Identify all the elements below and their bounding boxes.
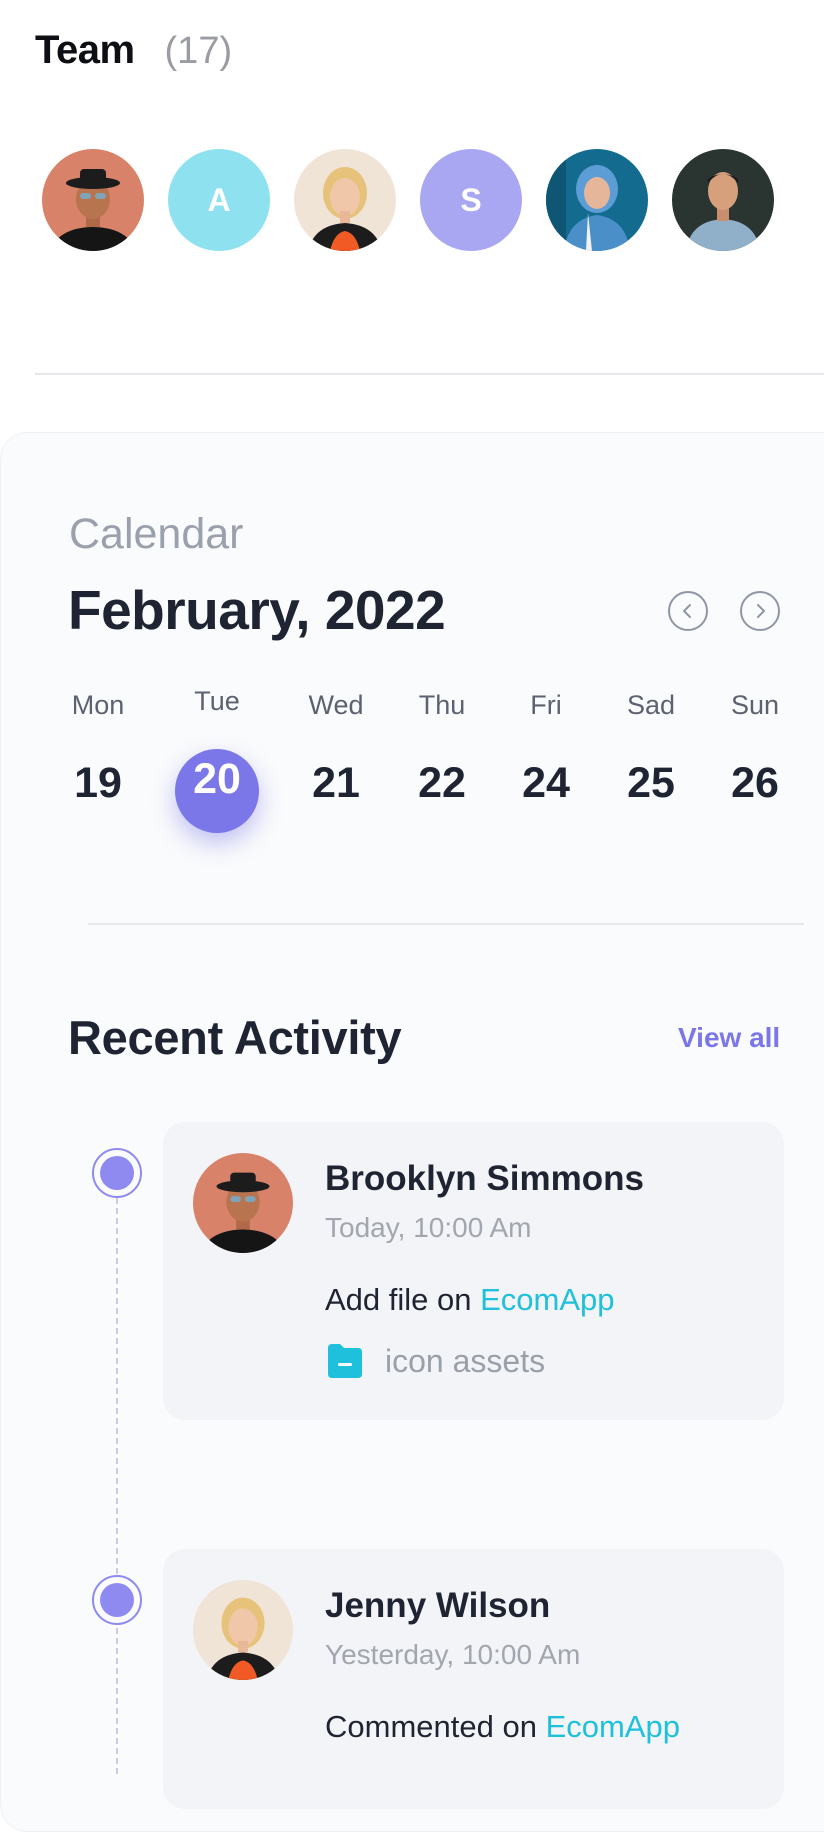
day-name: Thu <box>418 690 466 720</box>
day-number: 20 <box>193 755 241 803</box>
chevron-left-icon <box>683 604 691 618</box>
calendar-day-selected[interactable]: Tue 20 <box>167 686 267 804</box>
calendar-month-title: February, 2022 <box>68 579 446 641</box>
avatar-photo <box>193 1580 293 1680</box>
day-number: 24 <box>522 759 570 807</box>
activity-card[interactable]: Brooklyn Simmons Today, 10:00 Am Add fil… <box>163 1122 784 1420</box>
avatar-initial: S <box>460 181 482 218</box>
avatar[interactable] <box>546 149 648 251</box>
day-number: 21 <box>312 759 360 807</box>
timeline-line <box>116 1198 118 1774</box>
view-all-link[interactable]: View all <box>678 1022 780 1054</box>
calendar-day[interactable]: Sun 26 <box>705 690 805 808</box>
avatar-photo <box>193 1153 293 1253</box>
attached-file[interactable]: icon assets <box>325 1342 545 1380</box>
avatar-photo <box>546 149 648 251</box>
avatar[interactable] <box>42 149 144 251</box>
avatar-photo <box>294 149 396 251</box>
day-name: Sad <box>626 690 676 720</box>
activity-action-text: Commented on <box>325 1709 546 1744</box>
calendar-day[interactable]: Mon 19 <box>48 690 148 808</box>
file-name: icon assets <box>385 1342 546 1379</box>
calendar-day[interactable]: Sad 25 <box>601 690 701 808</box>
day-number: 19 <box>74 759 122 807</box>
team-title: Team <box>35 28 135 72</box>
avatar-initial-s[interactable]: S <box>420 149 522 251</box>
day-name: Fri <box>530 690 562 720</box>
calendar-day[interactable]: Fri 24 <box>496 690 596 808</box>
calendar-next-button[interactable] <box>740 591 780 631</box>
timeline-dot-inner <box>100 1583 134 1617</box>
project-link[interactable]: EcomApp <box>480 1282 614 1317</box>
calendar-day[interactable]: Thu 22 <box>392 690 492 808</box>
avatar[interactable] <box>672 149 774 251</box>
avatar[interactable] <box>294 149 396 251</box>
folder-icon <box>328 1344 362 1378</box>
divider <box>88 923 804 925</box>
day-name: Mon <box>71 690 125 720</box>
timeline-dot <box>92 1148 142 1198</box>
chevron-right-icon <box>757 604 765 618</box>
team-header: Team (17) <box>35 28 232 73</box>
day-name: Sun <box>730 690 780 720</box>
avatar-photo <box>672 149 774 251</box>
activity-card[interactable]: Jenny Wilson Yesterday, 10:00 Am Comment… <box>163 1549 784 1809</box>
calendar-day[interactable]: Wed 21 <box>286 690 386 808</box>
activity-action-text: Add file on <box>325 1282 481 1317</box>
activity-description: Commented on EcomApp <box>325 1709 680 1745</box>
avatar <box>193 1580 293 1680</box>
calendar-prev-button[interactable] <box>668 591 708 631</box>
team-count: (17) <box>164 30 233 72</box>
avatar-initial: A <box>207 181 231 218</box>
recent-activity-title: Recent Activity <box>68 1011 402 1064</box>
day-name: Tue <box>194 686 240 716</box>
activity-timestamp: Today, 10:00 Am <box>325 1212 532 1243</box>
day-name: Wed <box>308 690 364 720</box>
avatar <box>193 1153 293 1253</box>
day-number: 22 <box>418 759 466 807</box>
day-number: 26 <box>731 759 779 807</box>
calendar-label: Calendar <box>69 510 244 558</box>
team-avatars: A S <box>42 149 774 251</box>
avatar-photo <box>42 149 144 251</box>
activity-timestamp: Yesterday, 10:00 Am <box>325 1639 581 1670</box>
project-link[interactable]: EcomApp <box>546 1709 680 1744</box>
activity-description: Add file on EcomApp <box>325 1282 615 1318</box>
activity-user-name: Brooklyn Simmons <box>325 1159 644 1198</box>
timeline-dot-inner <box>100 1156 134 1190</box>
divider <box>35 373 824 375</box>
activity-user-name: Jenny Wilson <box>325 1586 551 1625</box>
timeline-dot <box>92 1575 142 1625</box>
avatar-initial-a[interactable]: A <box>168 149 270 251</box>
day-number: 25 <box>627 759 675 807</box>
